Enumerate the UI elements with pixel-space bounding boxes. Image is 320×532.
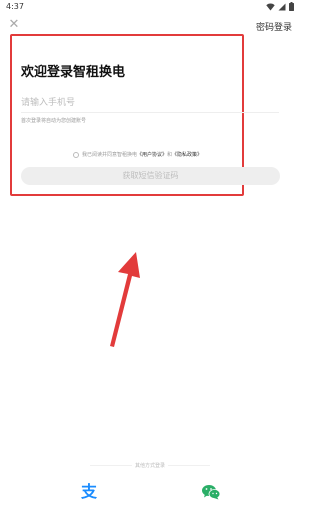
status-icons <box>266 2 294 11</box>
user-agreement-link[interactable]: 《用户协议》 <box>137 151 167 158</box>
other-login-label-wrap: 其他方式登录 <box>90 462 210 469</box>
password-login-link[interactable]: 密码登录 <box>256 20 292 33</box>
close-icon[interactable]: ✕ <box>8 18 20 31</box>
svg-text:支: 支 <box>80 482 98 500</box>
agreement-prefix: 我已阅读并同意智租换电 <box>82 152 138 158</box>
top-bar: ✕ 密码登录 <box>0 16 300 36</box>
get-sms-code-button[interactable]: 获取短信验证码 <box>21 167 280 185</box>
wifi-icon <box>266 2 275 11</box>
alipay-icon[interactable]: 支 <box>80 482 98 500</box>
annotation-arrow-icon <box>110 252 140 347</box>
status-time: 4:37 <box>6 2 24 11</box>
wechat-icon[interactable] <box>201 484 221 500</box>
agreement-checkbox[interactable] <box>73 151 79 158</box>
first-login-hint: 首次登录将自动为您创建账号 <box>21 118 87 124</box>
phone-number-input[interactable] <box>21 95 241 111</box>
agreement-row: 我已阅读并同意智租换电 《用户协议》 和 《隐私政策》 <box>73 151 202 158</box>
input-divider <box>21 112 279 113</box>
signal-icon <box>278 3 286 10</box>
other-login-label: 其他方式登录 <box>131 463 168 469</box>
privacy-policy-link[interactable]: 《隐私政策》 <box>172 151 202 158</box>
status-bar: 4:37 <box>0 0 300 14</box>
battery-icon <box>289 2 294 11</box>
page-title: 欢迎登录智租换电 <box>21 65 126 80</box>
